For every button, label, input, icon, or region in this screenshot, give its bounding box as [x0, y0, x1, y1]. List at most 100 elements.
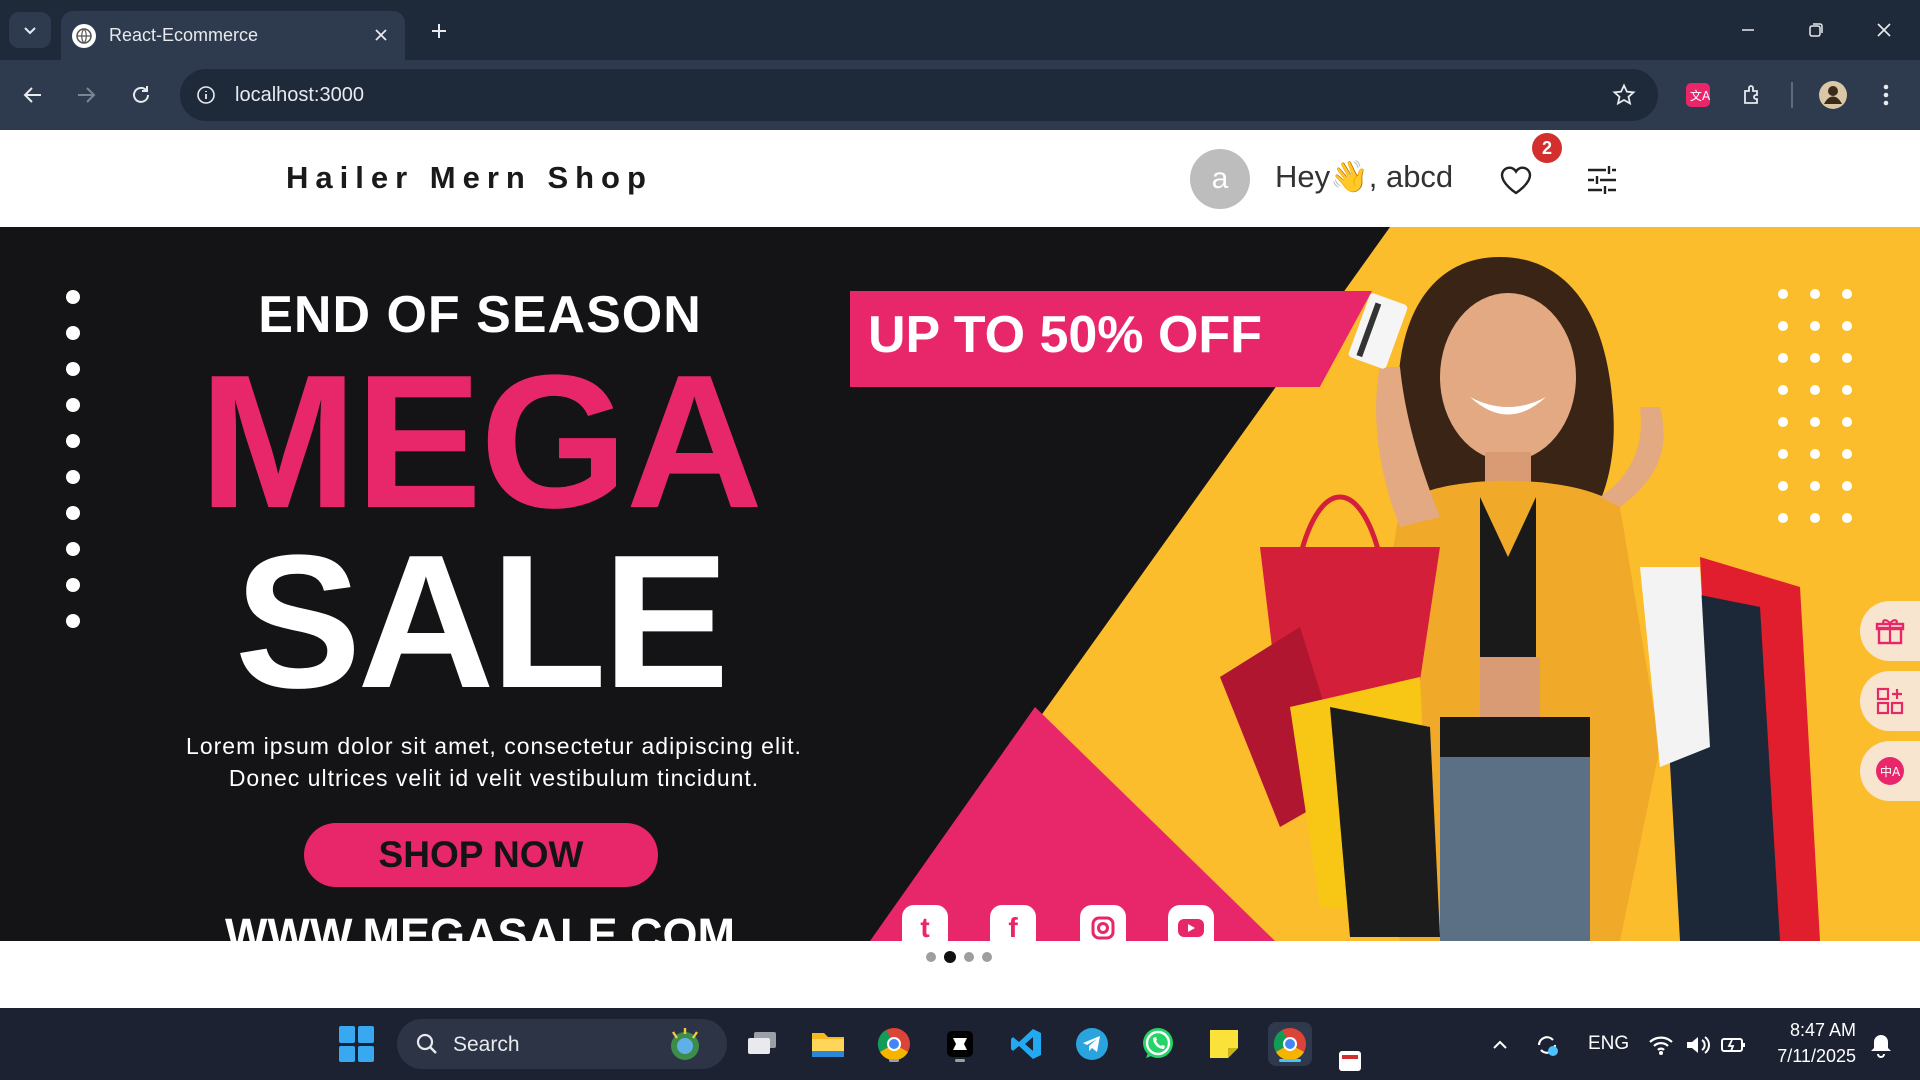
forward-button[interactable]: [68, 77, 104, 113]
browser-tabstrip: React-Ecommerce: [0, 0, 1920, 60]
promo-headline-mega: MEGA: [199, 336, 763, 548]
address-bar[interactable]: localhost:3000: [180, 69, 1658, 121]
sync-icon[interactable]: [1532, 1030, 1562, 1060]
apps-add-icon: [1876, 687, 1904, 715]
shop-now-button[interactable]: SHOP NOW: [304, 823, 658, 887]
wifi-icon[interactable]: [1646, 1030, 1676, 1060]
side-apps-widget[interactable]: [1860, 671, 1920, 731]
bookmark-button[interactable]: [1610, 81, 1638, 109]
carousel-indicators: [926, 951, 992, 963]
wishlist-button[interactable]: [1496, 160, 1536, 200]
telegram-icon[interactable]: [1070, 1022, 1114, 1066]
promo-headline-sale: SALE: [234, 516, 730, 728]
chrome-profile-icon[interactable]: [872, 1022, 916, 1066]
wishlist-count-badge: 2: [1532, 133, 1562, 163]
more-vertical-icon: [1883, 84, 1889, 106]
show-hidden-icons-button[interactable]: [1485, 1030, 1515, 1060]
sticky-notes-icon[interactable]: [1202, 1022, 1246, 1066]
reload-button[interactable]: [123, 77, 159, 113]
youtube-icon[interactable]: [1168, 905, 1214, 941]
whatsapp-icon[interactable]: [1136, 1022, 1180, 1066]
browser-tab-active[interactable]: React-Ecommerce: [61, 11, 405, 60]
close-icon: [1877, 23, 1891, 37]
battery-icon[interactable]: [1719, 1030, 1749, 1060]
running-indicator: [889, 1059, 899, 1062]
chevron-up-icon: [1493, 1040, 1507, 1049]
carousel-dot-3[interactable]: [964, 952, 974, 962]
search-icon: [416, 1033, 437, 1054]
user-greeting: Hey👋, abcd: [1275, 159, 1454, 194]
translate-extension-button[interactable]: 文A: [1680, 77, 1716, 113]
taskbar-search[interactable]: Search: [397, 1019, 727, 1069]
heart-icon: [1500, 166, 1532, 195]
site-info-button[interactable]: [190, 79, 222, 111]
minimize-button[interactable]: [1726, 10, 1770, 50]
tab-search-button[interactable]: [9, 12, 51, 48]
new-tab-button[interactable]: [422, 14, 456, 48]
sliders-icon: [1588, 166, 1616, 194]
active-indicator: [1279, 1059, 1301, 1062]
clock-date[interactable]: 7/11/2025: [1768, 1046, 1856, 1067]
chrome-active-icon[interactable]: [1268, 1022, 1312, 1066]
puzzle-icon: [1744, 85, 1758, 104]
app-header: Hailer Mern Shop a Hey👋, abcd: [0, 130, 1920, 227]
filter-button[interactable]: [1582, 160, 1622, 200]
browser-menu-button[interactable]: [1868, 77, 1904, 113]
promo-website: WWW.MEGASALE.COM: [225, 909, 735, 941]
restore-button[interactable]: [1794, 10, 1838, 50]
task-view-icon[interactable]: [740, 1022, 784, 1066]
side-gift-widget[interactable]: [1860, 601, 1920, 661]
dark-app-icon[interactable]: [938, 1022, 982, 1066]
tab-title: React-Ecommerce: [109, 25, 259, 45]
notifications-icon[interactable]: [1866, 1030, 1896, 1060]
profile-avatar-icon: [1819, 81, 1847, 109]
promo-description-line2: Donec ultrices velit id velit vestibulum…: [228, 765, 760, 791]
carousel-dot-2[interactable]: [944, 951, 956, 963]
gift-icon: [1875, 619, 1905, 645]
back-button[interactable]: [15, 77, 51, 113]
decorative-dot-column: [66, 290, 80, 650]
instagram-icon[interactable]: [1080, 905, 1126, 941]
extensions-button[interactable]: [1735, 77, 1771, 113]
running-indicator: [955, 1059, 965, 1062]
close-tab-button[interactable]: [369, 23, 393, 47]
carousel-dot-1[interactable]: [926, 952, 936, 962]
file-explorer-icon[interactable]: [806, 1022, 850, 1066]
volume-icon[interactable]: [1683, 1030, 1713, 1060]
windows-start-button[interactable]: [339, 1026, 375, 1062]
globe-icon: [72, 23, 96, 48]
url-text[interactable]: localhost:3000: [235, 84, 364, 107]
toolbar-divider: [1791, 82, 1793, 108]
snipping-tool-icon[interactable]: [1334, 1044, 1368, 1078]
close-icon: [375, 29, 387, 41]
info-icon: [197, 86, 215, 104]
facebook-icon[interactable]: f: [990, 905, 1036, 941]
arrow-left-icon: [23, 87, 41, 103]
chevron-down-icon: [24, 27, 36, 35]
carousel-dot-4[interactable]: [982, 952, 992, 962]
close-window-button[interactable]: [1862, 10, 1906, 50]
vscode-icon[interactable]: [1004, 1022, 1048, 1066]
side-translate-widget[interactable]: 中A: [1860, 741, 1920, 801]
twitter-icon[interactable]: t: [902, 905, 948, 941]
svg-text:文A: 文A: [1690, 88, 1711, 103]
user-avatar[interactable]: a: [1190, 149, 1250, 209]
reload-icon: [133, 86, 149, 103]
offer-ribbon: UP TO 50% OFF: [850, 291, 1372, 387]
windows-taskbar: Search ENG 8:47 AM 7/11/2025: [0, 1008, 1920, 1080]
arrow-right-icon: [78, 87, 96, 103]
minimize-icon: [1742, 29, 1754, 31]
offer-text: UP TO 50% OFF: [868, 306, 1262, 364]
svg-text:中A: 中A: [1880, 764, 1901, 779]
clock-time[interactable]: 8:47 AM: [1772, 1020, 1856, 1041]
promo-description: Lorem ipsum dolor sit amet, consectetur …: [110, 730, 878, 794]
promo-description-line1: Lorem ipsum dolor sit amet, consectetur …: [186, 733, 802, 759]
hero-banner[interactable]: END OF SEASON MEGA SALE Lorem ipsum dolo…: [0, 227, 1920, 941]
browser-toolbar: localhost:3000 文A: [0, 60, 1920, 130]
language-indicator[interactable]: ENG: [1588, 1033, 1629, 1055]
profile-button[interactable]: [1815, 77, 1851, 113]
taskbar-search-label: Search: [453, 1033, 520, 1056]
translate-icon: 中A: [1876, 757, 1904, 785]
star-icon: [1612, 83, 1636, 106]
brand-logo[interactable]: Hailer Mern Shop: [286, 160, 653, 196]
